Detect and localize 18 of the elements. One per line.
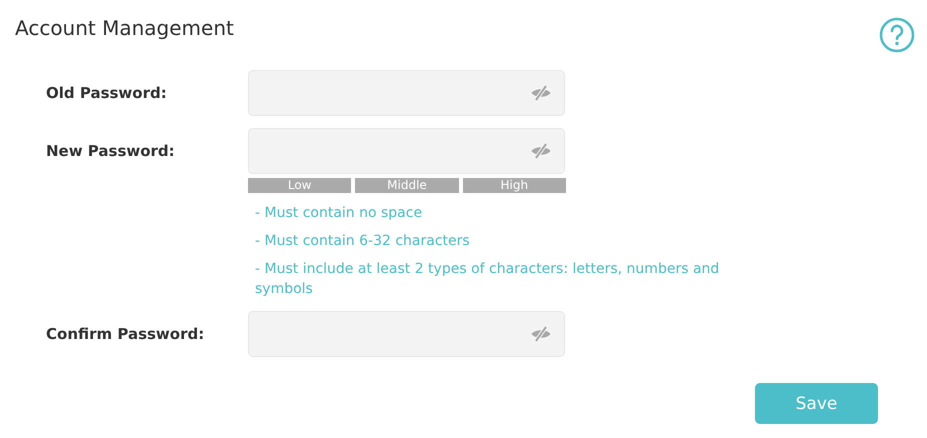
strength-segment: Middle — [355, 178, 459, 193]
strength-segment: Low — [248, 178, 352, 193]
eye-slash-icon[interactable] — [530, 143, 552, 159]
strength-segment: High — [462, 178, 566, 193]
help-icon[interactable] — [879, 17, 915, 53]
field-label: Confirm Password: — [45, 324, 206, 345]
password-field[interactable] — [248, 128, 565, 174]
password-rule: - Must include at least 2 types of characters: letters, numbers and symbols — [255, 260, 720, 299]
save-button[interactable]: Save — [755, 383, 878, 424]
password-field[interactable] — [248, 311, 565, 357]
password-field[interactable] — [248, 70, 565, 116]
password-rule: - Must contain no space — [255, 204, 424, 223]
password-rule: - Must contain 6-32 characters — [255, 232, 471, 251]
eye-slash-icon[interactable] — [530, 85, 552, 101]
eye-slash-icon[interactable] — [530, 326, 552, 342]
field-label: Old Password: — [45, 83, 168, 104]
page-title: Account Management — [15, 16, 234, 40]
field-label: New Password: — [45, 141, 176, 162]
